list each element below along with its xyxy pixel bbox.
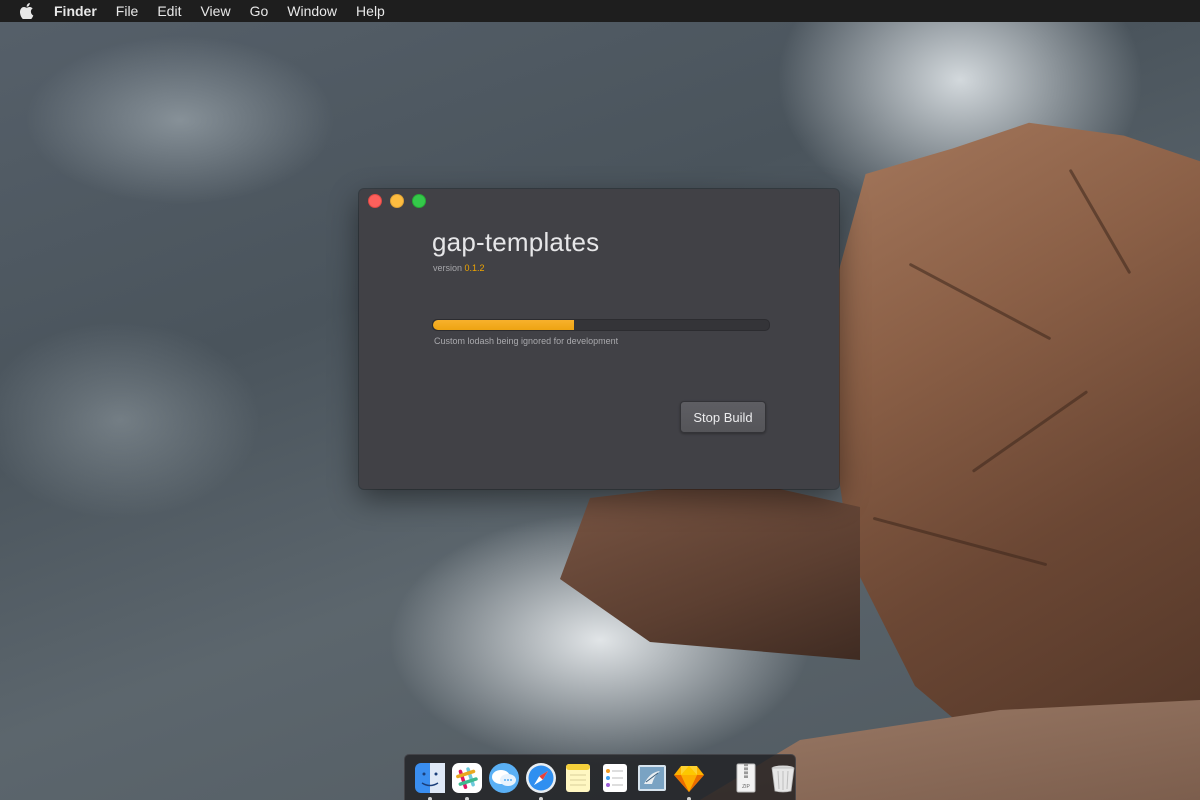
version-line: version 0.1.2 <box>433 263 485 273</box>
messages-icon[interactable] <box>488 761 520 795</box>
close-window-button[interactable] <box>368 194 382 208</box>
trash-icon[interactable] <box>767 761 799 795</box>
app-title: gap-templates <box>432 227 600 257</box>
build-progress-fill <box>433 320 575 330</box>
menu-window[interactable]: Window <box>287 3 337 19</box>
running-indicator <box>427 796 432 800</box>
reminders-icon[interactable] <box>599 761 631 795</box>
window-controls <box>368 194 434 208</box>
slack-icon[interactable] <box>451 761 483 800</box>
apple-logo-icon[interactable] <box>18 2 36 20</box>
stop-build-button[interactable]: Stop Build <box>680 401 766 433</box>
zoom-window-button[interactable] <box>412 194 426 208</box>
menu-file[interactable]: File <box>116 3 139 19</box>
running-indicator <box>464 796 469 800</box>
wallpaper-cliff-rock <box>827 122 1200 750</box>
build-window: gap-templates version 0.1.2 Custom lodas… <box>359 189 839 489</box>
safari-icon[interactable] <box>525 761 557 800</box>
mail-icon[interactable] <box>636 761 668 795</box>
archive-zip-icon[interactable]: ZIP <box>730 761 762 795</box>
sketch-icon[interactable] <box>673 761 705 800</box>
menu-view[interactable]: View <box>200 3 230 19</box>
version-number: 0.1.2 <box>464 263 485 273</box>
minimize-window-button[interactable] <box>390 194 404 208</box>
dock: ZIP <box>404 754 796 800</box>
menu-bar: Finder File Edit View Go Window Help <box>0 0 1200 22</box>
version-label: version <box>433 263 463 273</box>
running-indicator <box>538 796 543 800</box>
build-status-text: Custom lodash being ignored for developm… <box>434 336 619 346</box>
running-indicator <box>686 796 691 800</box>
menu-help[interactable]: Help <box>356 3 385 19</box>
zip-label: ZIP <box>742 784 750 790</box>
menu-app-finder[interactable]: Finder <box>54 3 97 19</box>
menu-edit[interactable]: Edit <box>157 3 181 19</box>
menu-go[interactable]: Go <box>250 3 269 19</box>
build-progress-bar <box>432 319 770 331</box>
wallpaper-lower-rock <box>560 480 860 660</box>
notes-icon[interactable] <box>562 761 594 795</box>
finder-icon[interactable] <box>414 761 446 800</box>
desktop-wallpaper: Finder File Edit View Go Window Help gap… <box>0 0 1200 800</box>
